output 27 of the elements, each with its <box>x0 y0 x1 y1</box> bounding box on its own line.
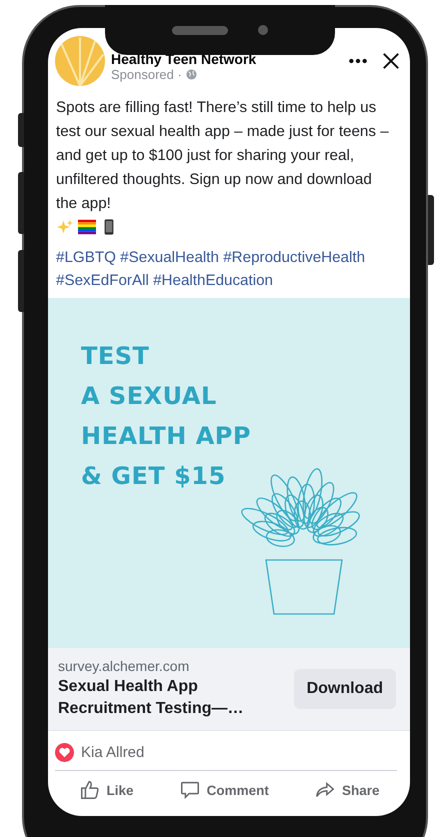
speech-bubble-icon <box>178 779 201 801</box>
link-title: Sexual Health App Recruitment Testing—… <box>58 677 244 719</box>
like-button[interactable]: Like <box>74 777 138 803</box>
more-options-icon[interactable] <box>348 58 368 64</box>
close-icon[interactable] <box>382 52 400 70</box>
ad-headline: A SEXUAL <box>81 381 217 412</box>
ad-headline: TEST <box>81 341 150 372</box>
link-preview-card[interactable]: survey.alchemer.com Sexual Health App Recruitment Testing—… Download <box>48 648 410 731</box>
hashtag-link[interactable]: #SexEdForAll <box>56 272 149 289</box>
ad-headline: & GET $15 <box>81 461 226 492</box>
thumbs-up-icon <box>78 779 101 801</box>
sponsored-label: Sponsored · <box>111 66 182 82</box>
love-reaction-icon <box>55 743 74 762</box>
rainbow-flag-icon <box>78 219 96 235</box>
link-domain: survey.alchemer.com <box>58 658 190 674</box>
hashtag-link[interactable]: #LGBTQ <box>56 249 116 266</box>
hashtag-link[interactable]: #SexualHealth <box>120 249 219 266</box>
ad-headline: HEALTH APP <box>81 421 251 452</box>
sparkles-icon <box>56 219 74 235</box>
comment-button[interactable]: Comment <box>174 777 273 803</box>
page-name[interactable]: Healthy Teen Network <box>111 50 348 66</box>
download-button[interactable]: Download <box>294 669 396 709</box>
reactor-name[interactable]: Kia Allred <box>81 744 144 761</box>
share-button[interactable]: Share <box>310 777 384 803</box>
post-text: Spots are filling fast! There’s still time to help us test our sexual health app – made just for teens – and get up to $100 just for sharing your real, unfiltered thoughts. Sign up now and download the app! <box>56 98 390 214</box>
hashtag-link[interactable]: #ReproductiveHealth <box>223 249 366 266</box>
hashtag-link[interactable]: #HealthEducation <box>153 272 273 289</box>
